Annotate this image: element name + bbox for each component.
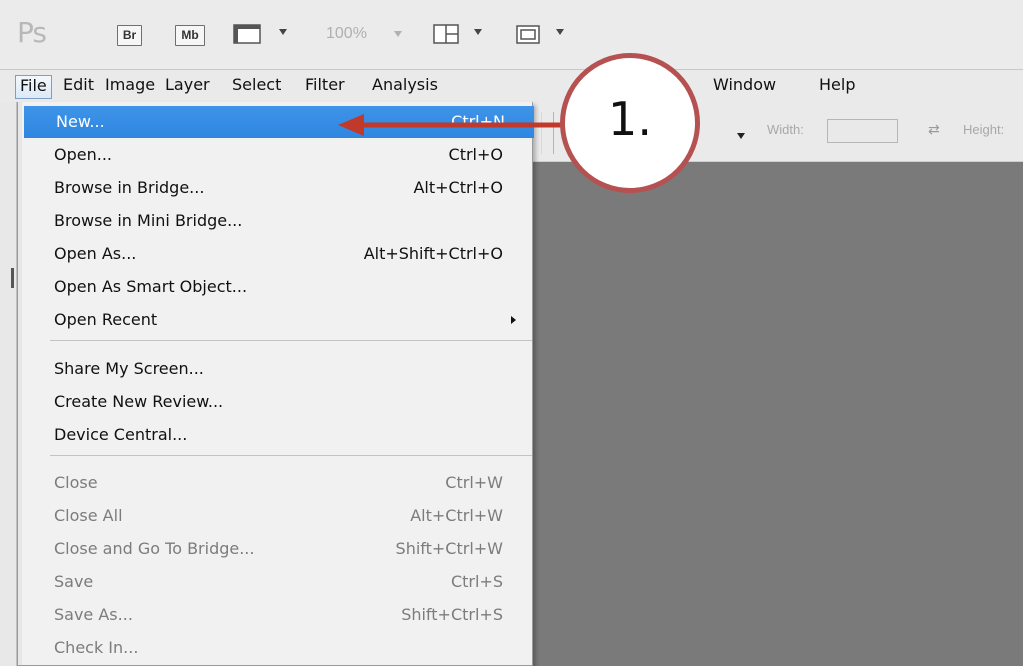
menu-item-browse-in-bridge[interactable]: Browse in Bridge... Alt+Ctrl+O bbox=[22, 172, 532, 204]
menu-item-save-as[interactable]: Save As... Shift+Ctrl+S bbox=[22, 599, 532, 631]
menu-item-label: Device Central... bbox=[54, 425, 188, 444]
menu-item-label: Check In... bbox=[54, 638, 139, 657]
photoshop-logo: Ps bbox=[17, 16, 47, 49]
menu-item-label: Browse in Mini Bridge... bbox=[54, 211, 243, 230]
menu-file[interactable]: File bbox=[15, 75, 52, 99]
menu-item-create-new-review[interactable]: Create New Review... bbox=[22, 386, 532, 418]
height-label: Height: bbox=[963, 122, 1005, 137]
menu-item-label: Open As Smart Object... bbox=[54, 277, 248, 296]
menu-item-close[interactable]: Close Ctrl+W bbox=[22, 467, 532, 499]
menu-select[interactable]: Select bbox=[228, 75, 285, 99]
menu-layer[interactable]: Layer bbox=[161, 75, 214, 99]
chevron-down-icon[interactable] bbox=[279, 29, 287, 35]
menu-item-open-recent[interactable]: Open Recent bbox=[22, 304, 532, 336]
menu-separator bbox=[50, 455, 532, 456]
menu-item-label: Open As... bbox=[54, 244, 137, 263]
menu-item-label: New... bbox=[56, 112, 105, 131]
menu-item-label: Close All bbox=[54, 506, 123, 525]
menu-item-shortcut: Ctrl+O bbox=[448, 145, 503, 164]
annotation-arrow-icon bbox=[338, 114, 568, 136]
menu-item-open-as-smart-object[interactable]: Open As Smart Object... bbox=[22, 271, 532, 303]
tools-panel-strip bbox=[0, 102, 17, 666]
menu-item-label: Create New Review... bbox=[54, 392, 224, 411]
screen-mode-icon[interactable] bbox=[515, 24, 543, 50]
menu-item-shortcut: Ctrl+S bbox=[450, 572, 503, 591]
menu-item-shortcut: Alt+Ctrl+O bbox=[413, 178, 503, 197]
width-input[interactable] bbox=[827, 119, 898, 143]
menu-window[interactable]: Window bbox=[709, 75, 780, 99]
chevron-down-icon[interactable] bbox=[474, 29, 482, 35]
mini-bridge-button[interactable]: Mb bbox=[175, 25, 205, 46]
menu-item-label: Close and Go To Bridge... bbox=[54, 539, 255, 558]
menu-help[interactable]: Help bbox=[815, 75, 859, 99]
file-menu: New... Ctrl+N Open... Ctrl+O Browse in B… bbox=[17, 102, 534, 666]
menu-item-shortcut: Shift+Ctrl+S bbox=[401, 605, 503, 624]
style-dropdown-chevron-icon[interactable] bbox=[737, 133, 745, 139]
menu-analysis[interactable]: Analysis bbox=[368, 75, 442, 99]
menu-item-label: Open Recent bbox=[54, 310, 158, 329]
menu-edit[interactable]: Edit bbox=[59, 75, 98, 99]
menu-item-save[interactable]: Save Ctrl+S bbox=[22, 566, 532, 598]
step-callout: 1. bbox=[560, 53, 700, 193]
swap-dimensions-icon[interactable]: ⇄ bbox=[928, 122, 940, 138]
chevron-down-icon[interactable] bbox=[394, 31, 402, 37]
menu-item-close-all[interactable]: Close All Alt+Ctrl+W bbox=[22, 500, 532, 532]
view-extras-icon[interactable] bbox=[233, 24, 269, 50]
arrange-documents-icon[interactable] bbox=[433, 24, 461, 50]
menu-item-share-my-screen[interactable]: Share My Screen... bbox=[22, 353, 532, 385]
menu-item-label: Close bbox=[54, 473, 98, 492]
panel-grip[interactable] bbox=[11, 268, 14, 288]
menu-item-label: Browse in Bridge... bbox=[54, 178, 205, 197]
menu-item-device-central[interactable]: Device Central... bbox=[22, 419, 532, 451]
menu-item-shortcut: Alt+Ctrl+W bbox=[410, 506, 503, 525]
step-number: 1. bbox=[608, 92, 652, 146]
chevron-down-icon[interactable] bbox=[556, 29, 564, 35]
menu-bar: File Edit Image Layer Select Filter Anal… bbox=[0, 70, 1023, 102]
menu-filter[interactable]: Filter bbox=[301, 75, 349, 99]
bridge-button[interactable]: Br bbox=[117, 25, 142, 46]
menu-item-label: Open... bbox=[54, 145, 112, 164]
zoom-level[interactable]: 100% bbox=[326, 25, 367, 43]
menu-separator bbox=[50, 340, 532, 341]
application-bar: Ps Br Mb 100% bbox=[0, 0, 1023, 70]
menu-item-shortcut: Ctrl+W bbox=[445, 473, 503, 492]
menu-item-open[interactable]: Open... Ctrl+O bbox=[22, 139, 532, 171]
menu-item-label: Save As... bbox=[54, 605, 133, 624]
width-label: Width: bbox=[767, 122, 804, 137]
menu-item-label: Save bbox=[54, 572, 94, 591]
menu-item-check-in[interactable]: Check In... bbox=[22, 632, 532, 664]
menu-item-shortcut: Shift+Ctrl+W bbox=[395, 539, 503, 558]
menu-item-close-and-go-to-bridge[interactable]: Close and Go To Bridge... Shift+Ctrl+W bbox=[22, 533, 532, 565]
menu-image[interactable]: Image bbox=[101, 75, 159, 99]
submenu-arrow-icon bbox=[511, 316, 516, 324]
menu-item-browse-in-mini-bridge[interactable]: Browse in Mini Bridge... bbox=[22, 205, 532, 237]
menu-item-label: Share My Screen... bbox=[54, 359, 204, 378]
menu-item-open-as[interactable]: Open As... Alt+Shift+Ctrl+O bbox=[22, 238, 532, 270]
menu-item-shortcut: Alt+Shift+Ctrl+O bbox=[363, 244, 503, 263]
